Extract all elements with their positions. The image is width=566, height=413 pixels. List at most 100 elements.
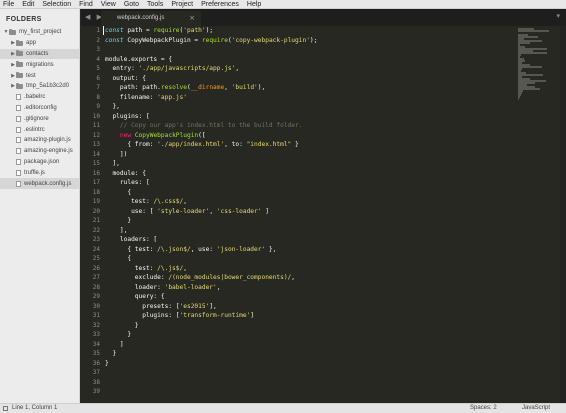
line-number: 21 — [92, 217, 100, 224]
code-token: filename: — [105, 93, 158, 101]
code-token: /\.js$/ — [157, 264, 184, 272]
chevron-down-icon[interactable]: ▾ — [556, 12, 560, 20]
line-number: 15 — [92, 160, 100, 167]
menu-item-file[interactable]: File — [3, 0, 14, 9]
code-line: new CopyWebpackPlugin([ — [105, 131, 495, 141]
code-token: ); — [205, 27, 214, 34]
line-number: 6 — [96, 74, 100, 82]
sidebar-folder[interactable]: ▶ tmp_5a1b3c2d0 — [0, 81, 79, 92]
tab-webpack-config[interactable]: webpack.config.js × — [101, 11, 201, 26]
code-line: query: { — [105, 292, 495, 302]
sidebar-file[interactable]: webpack.config.js — [0, 178, 79, 189]
code-line: } — [105, 321, 495, 331]
code-line: ] — [105, 340, 495, 350]
close-icon[interactable]: × — [189, 14, 195, 22]
code-token: CopyWebpackPlugin = — [123, 36, 202, 44]
code-token: } — [291, 141, 299, 148]
menu-item-find[interactable]: Find — [79, 0, 93, 9]
folder-icon — [16, 50, 23, 57]
minimap-line — [518, 52, 547, 54]
code-line: ], — [105, 226, 495, 236]
code-token: loader: — [105, 283, 165, 291]
vertical-scrollbar[interactable] — [560, 26, 566, 403]
line-number: 4 — [96, 55, 100, 63]
code-content[interactable]: const path = require('path'); const CopyW… — [105, 26, 495, 397]
sidebar-file[interactable]: .eslintrc — [0, 124, 79, 135]
minimap[interactable] — [518, 28, 556, 100]
sidebar-folder[interactable]: ▶ migrations — [0, 59, 79, 70]
sidebar-file[interactable]: amazing-plugin.js — [0, 135, 79, 146]
menu-item-edit[interactable]: Edit — [22, 0, 34, 9]
line-number: 19 — [92, 198, 100, 205]
menu-item-selection[interactable]: Selection — [42, 0, 71, 9]
file-icon — [16, 104, 21, 111]
code-token: new — [119, 131, 132, 139]
code-token: ], — [105, 226, 128, 234]
sidebar-file[interactable]: .editorconfig — [0, 103, 79, 114]
menu-item-view[interactable]: View — [101, 0, 116, 9]
file-icon — [16, 126, 21, 133]
indentation-setting[interactable]: Spaces: 2 — [470, 405, 497, 411]
file-icon — [16, 148, 21, 155]
line-number: 14 — [92, 150, 100, 158]
code-token: ), — [257, 84, 266, 91]
sidebar-file[interactable]: package.json — [0, 157, 79, 168]
menu-item-preferences[interactable]: Preferences — [201, 0, 239, 9]
code-token: , — [183, 198, 187, 205]
code-editor[interactable]: 1 2 3 4 5 6 7 8 9 10 11 12 13 14 15 16 17 18 19 20 21 22 23 24 2… — [81, 26, 566, 403]
sidebar-item-label: app — [26, 40, 37, 47]
sidebar-file[interactable]: .gitignore — [0, 113, 79, 124]
sidebar-file[interactable]: amazing-engine.js — [0, 146, 79, 157]
sidebar-folder[interactable]: ▼ my_first_project — [0, 27, 79, 38]
code-token: { — [105, 255, 132, 262]
code-token: presets: [ — [105, 302, 180, 310]
line-number: 5 — [96, 65, 100, 72]
sidebar-item-label: .gitignore — [24, 115, 49, 122]
menu-item-project[interactable]: Project — [171, 0, 193, 9]
file-icon — [16, 94, 21, 101]
code-token: 'style-loader' — [157, 207, 210, 215]
line-number: 39 — [92, 388, 100, 395]
file-icon — [16, 137, 21, 144]
code-line: } — [105, 216, 495, 226]
line-number: 31 — [92, 312, 100, 319]
code-token: } — [105, 359, 109, 367]
line-number: 33 — [92, 331, 100, 338]
folder-icon — [16, 82, 23, 89]
sidebar-item-label: tmp_5a1b3c2d0 — [26, 83, 70, 90]
file-tree: ▼ my_first_project ▶ app ▶ contacts ▶ migration… — [0, 27, 79, 189]
syntax-selector[interactable]: JavaScript — [522, 405, 550, 411]
folder-icon — [16, 61, 23, 68]
status-bar: Line 1, Column 1 Spaces: 2 JavaScript — [0, 403, 566, 413]
menu-bar: File Edit Selection Find View Goto Tools Projec… — [0, 0, 566, 9]
code-token: { from: — [105, 141, 158, 148]
code-line: presets: ['es2015'], — [105, 302, 495, 312]
file-icon — [16, 115, 21, 122]
line-number: 25 — [92, 255, 100, 262]
menu-item-help[interactable]: Help — [247, 0, 261, 9]
code-token: ], — [209, 302, 217, 310]
code-token: resolve — [160, 84, 187, 91]
line-number: 32 — [92, 321, 100, 329]
line-number: 11 — [92, 122, 100, 129]
sidebar-folder[interactable]: ▶ contacts — [0, 48, 79, 60]
panel-toggle-icon[interactable] — [3, 406, 8, 411]
line-number: 27 — [92, 274, 100, 281]
code-token: 'path' — [183, 27, 206, 34]
menu-item-tools[interactable]: Tools — [147, 0, 163, 9]
sidebar-folder[interactable]: ▶ app — [0, 38, 79, 49]
menu-item-goto[interactable]: Goto — [124, 0, 139, 9]
code-token: path: path. — [105, 84, 161, 91]
code-line: { test: /\.json$/, use: 'json-loader' }, — [105, 245, 495, 255]
code-token: __dirname — [190, 84, 225, 91]
sidebar-file[interactable]: truffle.js — [0, 167, 79, 178]
sidebar-file[interactable]: .babelrc — [0, 92, 79, 103]
sidebar-folder[interactable]: ▶ test — [0, 70, 79, 81]
file-icon — [16, 169, 21, 176]
code-line: test: /\.css$/, — [105, 197, 495, 207]
sidebar-item-label: .eslintrc — [24, 126, 45, 133]
code-token: /\.json$/ — [157, 245, 191, 253]
line-number: 8 — [96, 93, 100, 101]
